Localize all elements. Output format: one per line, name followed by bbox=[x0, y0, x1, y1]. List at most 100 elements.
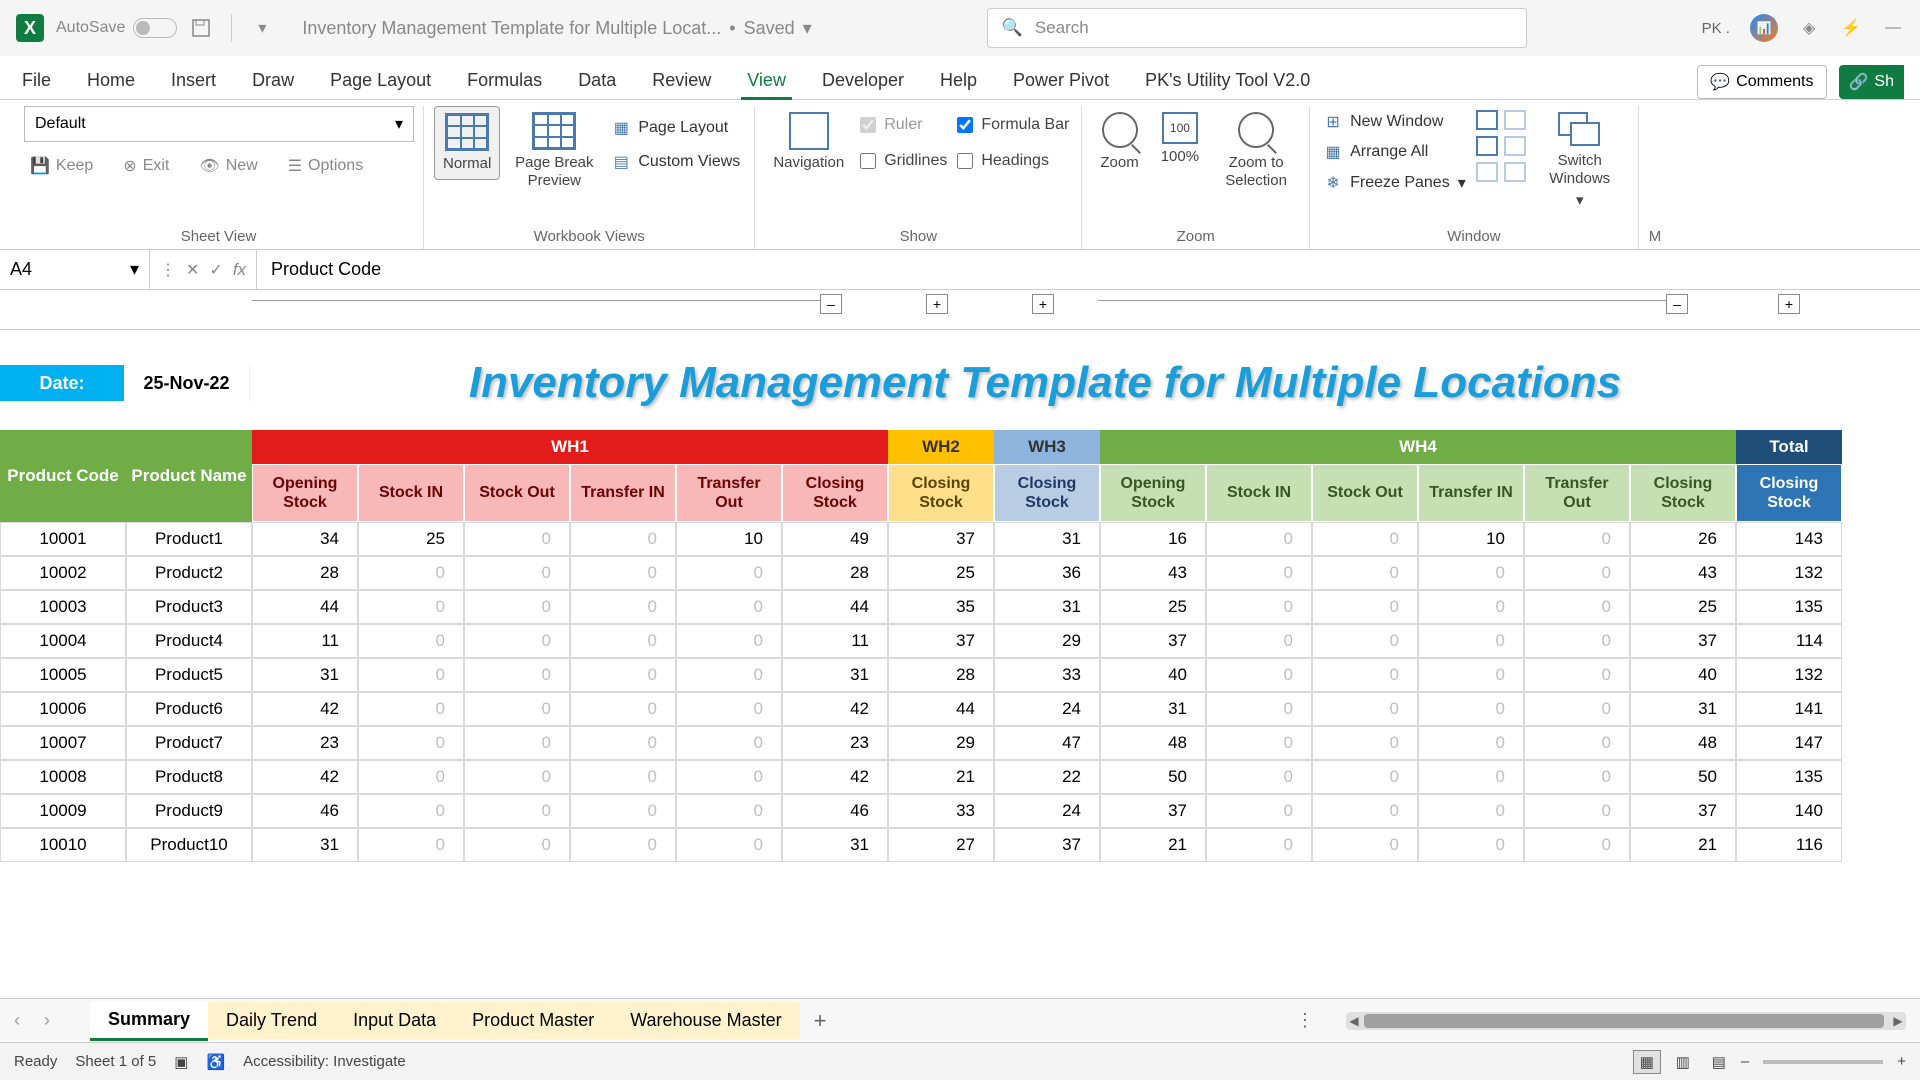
cell[interactable]: 23 bbox=[252, 726, 358, 760]
cell[interactable]: 25 bbox=[1100, 590, 1206, 624]
cell[interactable]: 22 bbox=[994, 760, 1100, 794]
cell[interactable]: 0 bbox=[464, 522, 570, 556]
new-window-button[interactable]: ⊞New Window bbox=[1320, 110, 1470, 134]
cell[interactable]: 0 bbox=[358, 590, 464, 624]
cell[interactable]: 0 bbox=[1524, 726, 1630, 760]
cell[interactable]: 25 bbox=[888, 556, 994, 590]
cell[interactable]: 24 bbox=[994, 692, 1100, 726]
switch-windows-button[interactable]: Switch Windows▾ bbox=[1532, 106, 1628, 216]
diamond-icon[interactable]: ◈ bbox=[1798, 17, 1820, 39]
group-wh3[interactable]: WH3 bbox=[994, 430, 1100, 464]
hide-icon[interactable] bbox=[1476, 136, 1498, 156]
sheetview-options[interactable]: ☰Options bbox=[282, 152, 369, 180]
cell[interactable]: 0 bbox=[676, 556, 782, 590]
qat-dropdown-icon[interactable]: ▾ bbox=[250, 16, 274, 40]
cell[interactable]: 27 bbox=[888, 828, 994, 862]
cell[interactable]: 37 bbox=[888, 522, 994, 556]
cell[interactable]: 0 bbox=[1206, 522, 1312, 556]
zoom-button[interactable]: Zoom bbox=[1092, 106, 1146, 178]
cell[interactable]: 0 bbox=[464, 794, 570, 828]
cell[interactable]: 0 bbox=[1418, 794, 1524, 828]
macro-icon[interactable]: ▣ bbox=[174, 1053, 188, 1071]
formula-input[interactable]: Product Code bbox=[256, 250, 1920, 289]
enter-icon[interactable]: ✓ bbox=[209, 260, 222, 280]
cell[interactable]: 33 bbox=[994, 658, 1100, 692]
table-row[interactable]: 10008Product842000042212250000050135 bbox=[0, 760, 1842, 794]
cell[interactable]: 135 bbox=[1736, 590, 1842, 624]
prev-sheet-icon[interactable]: ‹ bbox=[14, 1010, 20, 1031]
cell[interactable]: 31 bbox=[782, 828, 888, 862]
cell[interactable]: 44 bbox=[252, 590, 358, 624]
cell[interactable]: 0 bbox=[1312, 590, 1418, 624]
checkbox-ruler[interactable]: Ruler bbox=[858, 112, 949, 138]
cell[interactable]: 135 bbox=[1736, 760, 1842, 794]
cell[interactable]: 28 bbox=[782, 556, 888, 590]
cell[interactable]: 21 bbox=[1630, 828, 1736, 862]
cell[interactable]: 0 bbox=[676, 726, 782, 760]
checkbox-headings[interactable]: Headings bbox=[955, 148, 1071, 174]
cell[interactable]: 0 bbox=[358, 556, 464, 590]
cell[interactable]: 0 bbox=[464, 726, 570, 760]
cell[interactable]: 33 bbox=[888, 794, 994, 828]
h-wh1-tin[interactable]: Transfer IN bbox=[570, 464, 676, 522]
view-pagelayout-icon[interactable]: ▥ bbox=[1669, 1050, 1697, 1074]
zoom-out-icon[interactable]: – bbox=[1741, 1053, 1749, 1070]
user-avatar-icon[interactable]: 📊 bbox=[1750, 14, 1778, 42]
checkbox-formulabar[interactable]: Formula Bar bbox=[955, 112, 1071, 138]
cell[interactable]: 0 bbox=[1206, 726, 1312, 760]
cell[interactable]: 29 bbox=[888, 726, 994, 760]
cell[interactable]: 34 bbox=[252, 522, 358, 556]
cell[interactable]: 35 bbox=[888, 590, 994, 624]
cell[interactable]: 0 bbox=[1418, 692, 1524, 726]
cell[interactable]: 0 bbox=[358, 624, 464, 658]
cell[interactable]: 0 bbox=[676, 658, 782, 692]
cell[interactable]: 0 bbox=[1312, 794, 1418, 828]
cell[interactable]: 0 bbox=[1206, 590, 1312, 624]
cell[interactable]: 24 bbox=[994, 794, 1100, 828]
cell[interactable]: 37 bbox=[1100, 794, 1206, 828]
tab-home[interactable]: Home bbox=[81, 62, 141, 99]
cell[interactable]: 40 bbox=[1100, 658, 1206, 692]
cell[interactable]: 0 bbox=[1524, 794, 1630, 828]
sheetview-keep[interactable]: 💾Keep bbox=[24, 152, 99, 180]
cell[interactable]: 28 bbox=[888, 658, 994, 692]
cell[interactable]: 0 bbox=[1524, 692, 1630, 726]
cell[interactable]: 0 bbox=[1524, 760, 1630, 794]
view-pagebreak-icon[interactable]: ▤ bbox=[1705, 1050, 1733, 1074]
cell[interactable]: 0 bbox=[1524, 556, 1630, 590]
cell[interactable]: 0 bbox=[570, 692, 676, 726]
new-sheet-button[interactable]: + bbox=[800, 1002, 841, 1040]
cell[interactable]: 0 bbox=[464, 590, 570, 624]
cell[interactable]: 143 bbox=[1736, 522, 1842, 556]
cell[interactable]: 29 bbox=[994, 624, 1100, 658]
table-row[interactable]: 10009Product946000046332437000037140 bbox=[0, 794, 1842, 828]
tab-insert[interactable]: Insert bbox=[165, 62, 222, 99]
share-button[interactable]: 🔗 Sh bbox=[1839, 65, 1905, 99]
cell[interactable]: 0 bbox=[1312, 726, 1418, 760]
cell[interactable]: Product8 bbox=[126, 760, 252, 794]
h-wh4-open[interactable]: Opening Stock bbox=[1100, 464, 1206, 522]
cell[interactable]: 47 bbox=[994, 726, 1100, 760]
sheetview-new[interactable]: 👁New bbox=[193, 152, 263, 180]
cell[interactable]: Product7 bbox=[126, 726, 252, 760]
view-custom[interactable]: ▤Custom Views bbox=[608, 150, 744, 174]
document-title[interactable]: Inventory Management Template for Multip… bbox=[302, 18, 721, 39]
cell[interactable]: 0 bbox=[1206, 624, 1312, 658]
split-icon[interactable] bbox=[1476, 110, 1498, 130]
cell[interactable]: 132 bbox=[1736, 556, 1842, 590]
tab-file[interactable]: File bbox=[16, 62, 57, 99]
cell[interactable]: 0 bbox=[358, 692, 464, 726]
h-wh1-tout[interactable]: Transfer Out bbox=[676, 464, 782, 522]
cell[interactable]: 10007 bbox=[0, 726, 126, 760]
cell[interactable]: 43 bbox=[1630, 556, 1736, 590]
comments-button[interactable]: 💬 Comments bbox=[1697, 65, 1826, 99]
cell[interactable]: 31 bbox=[994, 522, 1100, 556]
cell[interactable]: Product4 bbox=[126, 624, 252, 658]
cell[interactable]: 0 bbox=[570, 590, 676, 624]
cell[interactable]: 0 bbox=[1312, 522, 1418, 556]
cell[interactable]: 0 bbox=[1206, 692, 1312, 726]
cell[interactable]: 21 bbox=[1100, 828, 1206, 862]
cell[interactable]: 10005 bbox=[0, 658, 126, 692]
cell[interactable]: 0 bbox=[1418, 828, 1524, 862]
cell[interactable]: 0 bbox=[570, 726, 676, 760]
